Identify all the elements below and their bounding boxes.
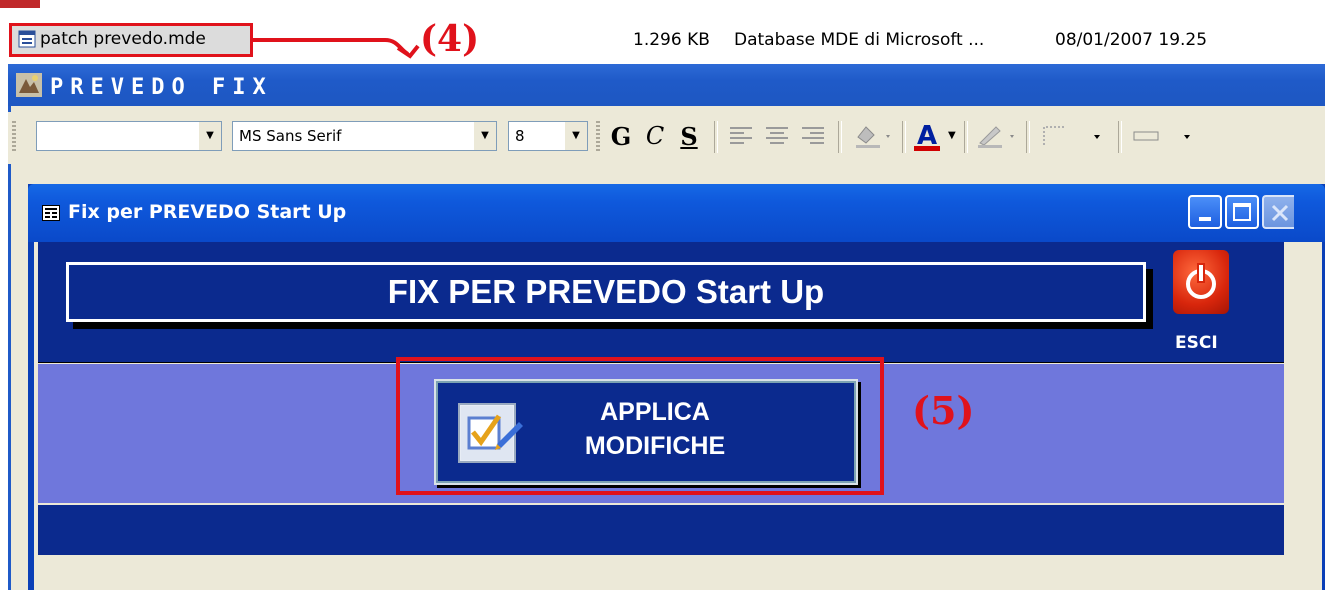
file-name[interactable]: patch prevedo.mde	[40, 29, 206, 49]
align-right-icon[interactable]	[798, 123, 828, 149]
object-combo[interactable]: ▼	[36, 121, 222, 151]
annotation-step-5-number: 5	[929, 388, 957, 433]
close-button[interactable]	[1262, 195, 1294, 229]
file-type: Database MDE di Microsoft ...	[734, 30, 985, 50]
maximize-icon	[1233, 203, 1251, 221]
mde-file-icon	[18, 30, 36, 48]
align-center-icon[interactable]	[762, 123, 792, 149]
chevron-down-icon[interactable]: ▼	[199, 122, 221, 150]
file-date: 08/01/2007 19.25	[1055, 30, 1208, 50]
toolbar-separator	[1026, 121, 1030, 153]
app-left-border	[8, 106, 11, 590]
annotation-step-4-number: 4	[437, 18, 463, 60]
font-name-combo[interactable]: MS Sans Serif ▼	[232, 121, 497, 151]
left-margin	[0, 64, 8, 590]
bold-button[interactable]: G	[604, 121, 638, 151]
chevron-down-icon[interactable]: ▼	[474, 122, 496, 150]
toolbar-grip-2	[596, 121, 600, 151]
toolbar-separator	[838, 121, 842, 153]
italic-label: C	[645, 122, 665, 150]
annotation-arrow-4	[250, 38, 420, 59]
bold-label: G	[610, 121, 632, 151]
toolbar-separator	[1118, 121, 1122, 153]
exit-label: ESCI	[1175, 333, 1218, 353]
toolbar-separator	[902, 121, 906, 153]
close-icon	[1271, 204, 1289, 222]
toolbar-separator	[964, 121, 968, 153]
underline-label: S	[680, 121, 698, 151]
toolbar-separator	[714, 121, 718, 153]
fill-color-icon[interactable]	[852, 123, 896, 149]
annotation-step-5: (5)	[912, 388, 975, 433]
app-title: PREVEDO FIX	[50, 75, 273, 100]
power-icon	[1186, 263, 1216, 299]
align-left-icon[interactable]	[726, 123, 756, 149]
line-width-icon[interactable]	[1040, 123, 1110, 149]
chevron-down-icon[interactable]: ▼	[565, 122, 587, 150]
font-name-value: MS Sans Serif	[239, 127, 342, 145]
annotation-step-4: (4)	[420, 18, 480, 60]
underline-button[interactable]: S	[672, 121, 706, 151]
chevron-down-icon[interactable]: ▼	[948, 130, 956, 141]
special-effect-icon[interactable]	[1130, 123, 1200, 149]
maximize-button[interactable]	[1225, 195, 1259, 229]
form-window-title: Fix per PREVEDO Start Up	[68, 201, 347, 223]
annotation-box-5	[396, 357, 884, 495]
prevedo-app-icon	[16, 73, 42, 97]
minimize-button[interactable]	[1188, 195, 1222, 229]
toolbar-grip[interactable]	[12, 121, 16, 151]
font-color-swatch	[914, 146, 940, 151]
font-size-value: 8	[515, 127, 525, 145]
file-size: 1.296 KB	[633, 30, 710, 50]
form-icon	[42, 205, 60, 221]
italic-button[interactable]: C	[638, 121, 672, 151]
explorer-top-strip	[0, 0, 40, 8]
line-color-icon[interactable]	[974, 123, 1020, 149]
exit-button[interactable]	[1173, 250, 1229, 314]
form-header-title: FIX PER PREVEDO Start Up	[387, 273, 825, 310]
minimize-icon	[1199, 217, 1211, 221]
font-size-combo[interactable]: 8 ▼	[508, 121, 588, 151]
form-footer	[38, 505, 1284, 555]
